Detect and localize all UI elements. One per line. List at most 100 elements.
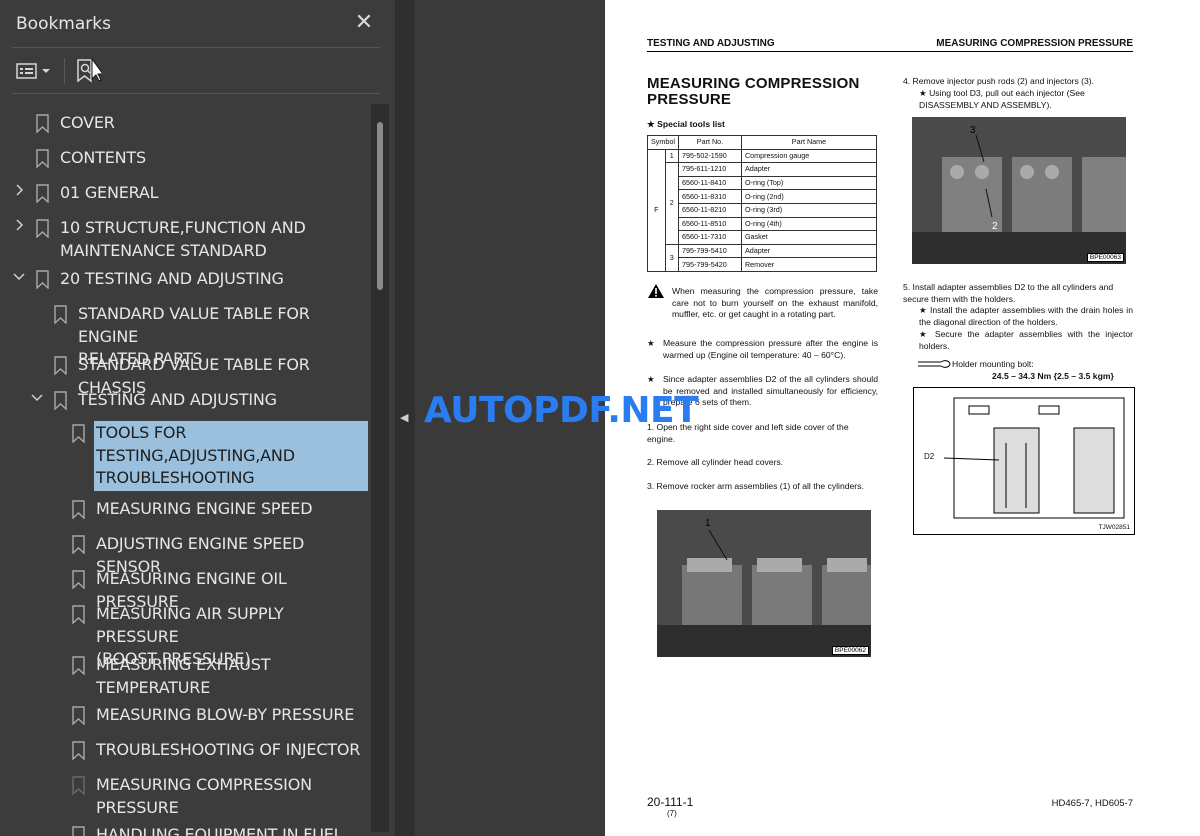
bookmark-label: TESTING AND ADJUSTING bbox=[78, 390, 277, 409]
warning-text: When measuring the compression pressure,… bbox=[672, 286, 878, 319]
chevron-down-icon[interactable] bbox=[30, 390, 44, 406]
bookmark-label: TOOLS FOR TESTING,ADJUSTING,AND TROUBLES… bbox=[94, 421, 368, 491]
bookmark-icon bbox=[72, 656, 85, 676]
section-title: MEASURING COMPRESSION PRESSURE bbox=[647, 76, 887, 108]
tools-heading: ★ Special tools list bbox=[647, 119, 725, 129]
bookmark-label: TROUBLESHOOTING OF INJECTOR bbox=[96, 740, 361, 759]
part-name-cell: Compression gauge bbox=[740, 148, 877, 164]
bookmark-label: MEASURING COMPRESSION PRESSURE bbox=[96, 775, 312, 817]
part-name-cell: O-ring (Top) bbox=[740, 175, 877, 191]
step-5-note-2: ★ Secure the adapter assemblies with the… bbox=[919, 329, 1133, 351]
bookmark-icon bbox=[72, 424, 85, 444]
bookmark-label: CONTENTS bbox=[60, 148, 146, 167]
bookmark-icon bbox=[72, 605, 85, 625]
table-row: 3 795-799-5410 Adapter bbox=[648, 243, 877, 272]
table-row: F 1 795-502-1590 Compression gauge bbox=[647, 148, 877, 272]
part-name-cell: Remover bbox=[740, 257, 877, 272]
table-row: 6560-11-8510 O-ring (4th) bbox=[648, 216, 877, 232]
part-no-cell: 795-502-1590 bbox=[677, 148, 742, 164]
photo1-callout: 1 bbox=[705, 518, 711, 529]
header-symbol: Symbol bbox=[647, 135, 679, 150]
table-row: 2 795-611-1210 Adapter bbox=[648, 162, 877, 245]
bookmark-icon bbox=[36, 114, 49, 134]
panel-title: Bookmarks bbox=[16, 14, 111, 34]
step-4: 4. Remove injector push rods (2) and inj… bbox=[903, 76, 1095, 86]
table-row: 6560-11-8310 O-ring (2nd) bbox=[648, 189, 877, 204]
number-cell: 3 bbox=[664, 243, 679, 272]
bookmark-label: 20 TESTING AND ADJUSTING bbox=[60, 269, 284, 288]
chevron-down-icon[interactable] bbox=[12, 269, 26, 285]
star-icon: ★ bbox=[647, 374, 655, 384]
section-title-line2: PRESSURE bbox=[647, 91, 732, 108]
photo2-callout-b: 2 bbox=[992, 221, 998, 232]
adapter-diagram-graphic bbox=[943, 397, 1125, 519]
part-name-cell: O-ring (3rd) bbox=[740, 202, 877, 218]
bolt-torque: 24.5 – 34.3 Nm {2.5 – 3.5 kgm} bbox=[992, 371, 1114, 381]
table-row: 6560-11-7310 Gasket bbox=[648, 230, 877, 245]
header-part-name: Part Name bbox=[740, 135, 877, 150]
bookmark-scrollbar[interactable] bbox=[371, 104, 389, 832]
page-number: 20-111-1 bbox=[647, 795, 694, 809]
bookmark-search-icon bbox=[77, 57, 102, 83]
find-bookmark-button[interactable] bbox=[76, 56, 104, 86]
toolbar-divider bbox=[12, 93, 380, 94]
step-2: 2. Remove all cylinder head covers. bbox=[647, 457, 784, 467]
chevron-right-icon[interactable] bbox=[12, 183, 26, 199]
close-panel-button[interactable]: ✕ bbox=[352, 10, 376, 34]
bookmark-options-button[interactable] bbox=[16, 56, 56, 86]
part-no-cell: 795-799-5420 bbox=[677, 257, 742, 272]
step-4-note: ★ Using tool D3, pull out each injector … bbox=[919, 88, 1085, 110]
part-no-cell: 6560-11-8310 bbox=[677, 189, 742, 204]
photo2-tag: BPE00063 bbox=[1086, 253, 1124, 262]
bookmark-icon bbox=[36, 270, 49, 290]
star-icon: ★ bbox=[647, 338, 655, 348]
bookmark-label: 10 STRUCTURE,FUNCTION AND MAINTENANCE ST… bbox=[60, 218, 306, 260]
model-label: HD465-7, HD605-7 bbox=[1051, 798, 1133, 809]
bookmark-label: HANDLING EQUIPMENT IN FUEL bbox=[96, 825, 343, 836]
part-no-cell: 795-799-5410 bbox=[677, 243, 742, 259]
part-no-cell: 6560-11-8210 bbox=[677, 202, 742, 218]
bookmark-label: COVER bbox=[60, 113, 115, 132]
watermark-text: AUTOPDF.NET bbox=[424, 390, 699, 431]
bookmark-icon bbox=[72, 741, 85, 761]
chevron-right-icon[interactable] bbox=[12, 218, 26, 234]
tools-table-header: Symbol Part No. Part Name bbox=[647, 135, 877, 150]
bookmark-icon bbox=[36, 149, 49, 169]
bookmark-icon bbox=[54, 356, 67, 376]
bookmark-icon bbox=[72, 500, 85, 520]
toolbar-separator bbox=[64, 58, 65, 84]
bookmark-label: 01 GENERAL bbox=[60, 183, 159, 202]
number-cell: 1 bbox=[664, 148, 679, 164]
bolt-label: Holder mounting bolt: bbox=[952, 359, 1034, 369]
header-part-no: Part No. bbox=[677, 135, 742, 150]
part-name-cell: Adapter bbox=[740, 243, 877, 259]
wrench-icon bbox=[918, 360, 951, 368]
bookmark-icon bbox=[54, 305, 67, 325]
engine-photo-graphic bbox=[657, 510, 871, 657]
step-3: 3. Remove rocker arm assemblies (1) of a… bbox=[647, 481, 864, 491]
bookmark-icon bbox=[72, 570, 85, 590]
part-name-cell: O-ring (4th) bbox=[740, 216, 877, 232]
photo1-tag: BPE00062 bbox=[831, 646, 869, 655]
part-no-cell: 6560-11-8510 bbox=[677, 216, 742, 232]
injector-photo: 3 2 BPE00063 bbox=[912, 117, 1126, 264]
section-title-line1: MEASURING COMPRESSION bbox=[647, 75, 860, 92]
photo2-callout-a: 3 bbox=[970, 125, 976, 136]
table-row: 6560-11-8210 O-ring (3rd) bbox=[648, 202, 877, 218]
rocker-arm-photo: 1 BPE00062 bbox=[657, 510, 871, 657]
table-row: 795-799-5420 Remover bbox=[648, 257, 877, 272]
step-5-note-1: ★ Install the adapter assemblies with th… bbox=[919, 305, 1133, 327]
page-header-left: TESTING AND ADJUSTING bbox=[647, 38, 775, 49]
part-name-cell: Gasket bbox=[740, 230, 877, 245]
scrollbar-thumb[interactable] bbox=[377, 122, 383, 290]
step-5: 5. Install adapter assemblies D2 to the … bbox=[903, 282, 1114, 304]
chevron-down-icon bbox=[42, 69, 50, 73]
bookmarks-panel: Bookmarks ✕ COVER CONTENTS 01 GENERAL 10 ST… bbox=[0, 0, 395, 836]
part-name-cell: O-ring (2nd) bbox=[740, 189, 877, 204]
bookmark-icon bbox=[72, 706, 85, 726]
bookmark-icon bbox=[36, 219, 49, 239]
special-tools-table: Symbol Part No. Part Name F 1 795-502-1590 Com… bbox=[647, 135, 877, 272]
collapse-panel-arrow-icon[interactable]: ◀ bbox=[400, 411, 408, 424]
header-rule bbox=[647, 51, 1133, 52]
page-subnumber: (7) bbox=[667, 809, 677, 818]
